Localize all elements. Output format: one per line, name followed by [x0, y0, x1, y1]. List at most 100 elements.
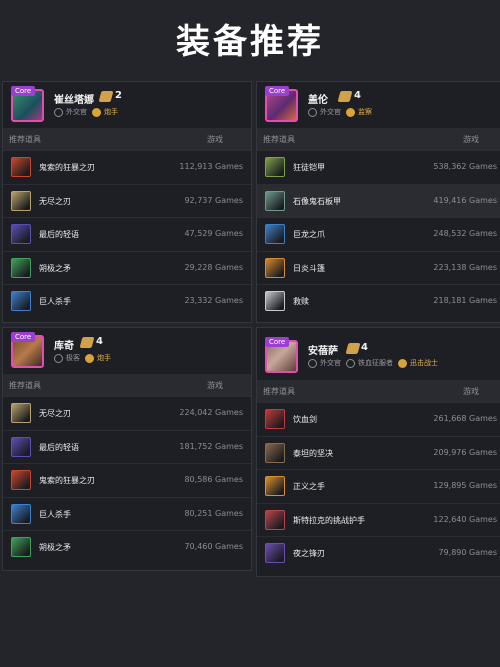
- trait-label: 外交官: [320, 359, 341, 367]
- trait-chip[interactable]: 外交官: [54, 107, 87, 117]
- item-list: 狂徒铠甲 538,362 Games 石像鬼石板甲 419,416 Games 巨龙之爪…: [257, 150, 500, 318]
- item-games-count: 112,913 Games: [179, 162, 243, 171]
- item-row[interactable]: 最后的轻语 181,752 Games: [3, 429, 251, 464]
- item-row[interactable]: 狂徒铠甲 538,362 Games: [257, 150, 500, 184]
- giant-slayer-icon[interactable]: [11, 503, 31, 524]
- item-games-count: 129,895 Games: [433, 481, 497, 490]
- steraks-gage-icon[interactable]: [265, 509, 285, 530]
- trait-diplomat-icon: [54, 107, 63, 117]
- item-games-count: 92,737 Games: [184, 195, 243, 205]
- spear-of-shojin-icon[interactable]: [11, 537, 31, 557]
- item-name: 最后的轻语: [39, 442, 79, 452]
- last-whisper-icon[interactable]: [11, 436, 31, 457]
- trait-chip[interactable]: 铁血征服者: [346, 358, 393, 368]
- item-list: 鬼索的狂暴之刃 112,913 Games 无尽之刃 92,737 Games 最后的轻…: [3, 150, 251, 318]
- core-badge: Core: [11, 332, 36, 342]
- item-name: 石像鬼石板甲: [293, 196, 341, 206]
- item-list: 饮血剑 261,668 Games 泰坦的坚决 209,976 Games 正义之手 12…: [257, 402, 500, 570]
- item-row[interactable]: 最后的轻语 47,529 Games: [3, 217, 251, 251]
- item-row[interactable]: 饮血剑 261,668 Games: [257, 402, 500, 436]
- item-games-count: 70,460 Games: [184, 542, 243, 551]
- item-name: 鬼索的狂暴之刃: [39, 476, 95, 485]
- trait-challenger-icon: [398, 358, 407, 368]
- sunfire-cape-icon[interactable]: [265, 257, 285, 278]
- trait-chip[interactable]: 监察: [346, 107, 372, 117]
- item-row[interactable]: 救赎 218,181 Games: [257, 284, 500, 318]
- item-row[interactable]: 鬼索的狂暴之刃 80,586 Games: [3, 463, 251, 497]
- item-games-count: 80,251 Games: [184, 508, 243, 518]
- trait-label: 外交官: [320, 108, 341, 116]
- cost-icon: [345, 343, 361, 354]
- trait-chip[interactable]: 外交官: [308, 107, 341, 117]
- item-row[interactable]: 鬼索的狂暴之刃 112,913 Games: [3, 150, 251, 184]
- table-header: 推荐道具 游戏: [257, 128, 500, 150]
- infinity-edge-icon[interactable]: [11, 403, 31, 423]
- cost-icon: [79, 337, 95, 348]
- item-row[interactable]: 斯特拉克的挑战护手 122,640 Games: [257, 502, 500, 537]
- trait-label: 炮手: [104, 108, 118, 116]
- item-row[interactable]: 夜之锋刃 79,890 Games: [257, 536, 500, 570]
- item-games-count: 47,529 Games: [184, 229, 243, 238]
- champion-name[interactable]: 安蓓萨: [308, 342, 338, 357]
- table-header: 推荐道具 游戏: [3, 374, 251, 396]
- champion-card[interactable]: Core 安蓓萨 4 外交官 铁血征服者 迅击战士 推荐道具 游戏 饮血剑 261,6…: [256, 327, 500, 577]
- redemption-icon[interactable]: [265, 291, 285, 311]
- item-games-count: 224,042 Games: [179, 408, 243, 417]
- item-games-count: 79,890 Games: [438, 548, 497, 557]
- item-games-count: 223,138 Games: [433, 262, 497, 272]
- edge-of-night-icon[interactable]: [265, 543, 285, 563]
- item-row[interactable]: 无尽之刃 92,737 Games: [3, 183, 251, 218]
- trait-chip[interactable]: 外交官: [308, 358, 341, 368]
- gargoyle-stoneplate-icon[interactable]: [265, 190, 285, 211]
- item-row[interactable]: 巨龙之爪 248,532 Games: [257, 217, 500, 251]
- trait-chip[interactable]: 极客: [54, 353, 80, 363]
- item-games-count: 261,668 Games: [433, 414, 497, 423]
- item-games-count: 419,416 Games: [433, 195, 497, 205]
- item-row[interactable]: 日炎斗篷 223,138 Games: [257, 250, 500, 285]
- trait-chip[interactable]: 迅击战士: [398, 358, 438, 368]
- trait-list: 外交官 炮手: [54, 107, 123, 119]
- cost-icon: [337, 91, 353, 102]
- item-row[interactable]: 朔极之矛 29,228 Games: [3, 250, 251, 285]
- trait-chip[interactable]: 炮手: [85, 353, 111, 363]
- item-name: 救赎: [293, 297, 309, 306]
- champion-card[interactable]: Core 盖伦 4 外交官 监察 推荐道具 游戏 狂徒铠甲 538,362 Game…: [256, 81, 500, 323]
- item-row[interactable]: 巨人杀手 23,332 Games: [3, 284, 251, 318]
- spear-of-shojin-icon[interactable]: [11, 257, 31, 278]
- item-row[interactable]: 无尽之刃 224,042 Games: [3, 396, 251, 430]
- trait-label: 炮手: [97, 354, 111, 362]
- trait-warden-icon: [346, 107, 355, 117]
- warmogs-armor-icon[interactable]: [265, 157, 285, 177]
- champion-card[interactable]: Core 崔丝塔娜 2 外交官 炮手 推荐道具 游戏 鬼索的狂暴之刃 112,913…: [2, 81, 252, 323]
- guinsoos-rageblade-icon[interactable]: [11, 470, 31, 490]
- champion-card[interactable]: Core 库奇 4 极客 炮手 推荐道具 游戏 无尽之刃 224,042 Games…: [2, 327, 252, 571]
- champion-name[interactable]: 盖伦: [308, 91, 328, 106]
- item-row[interactable]: 泰坦的坚决 209,976 Games: [257, 435, 500, 470]
- titans-resolve-icon[interactable]: [265, 442, 285, 463]
- dragons-claw-icon[interactable]: [265, 224, 285, 244]
- bloodthirster-icon[interactable]: [265, 409, 285, 429]
- item-name: 泰坦的坚决: [293, 448, 333, 458]
- games-column-header: 游戏: [207, 381, 223, 390]
- item-row[interactable]: 巨人杀手 80,251 Games: [3, 496, 251, 531]
- item-row[interactable]: 朔极之矛 70,460 Games: [3, 530, 251, 564]
- item-name: 夜之锋刃: [293, 549, 325, 558]
- item-games-count: 23,332 Games: [184, 296, 243, 305]
- item-name: 巨龙之爪: [293, 230, 325, 239]
- item-row[interactable]: 石像鬼石板甲 419,416 Games: [257, 183, 500, 217]
- trait-label: 铁血征服者: [358, 359, 393, 367]
- champion-name[interactable]: 崔丝塔娜: [54, 91, 94, 106]
- item-games-count: 122,640 Games: [433, 514, 497, 524]
- guinsoos-rageblade-icon[interactable]: [11, 157, 31, 177]
- last-whisper-icon[interactable]: [11, 224, 31, 244]
- item-row[interactable]: 正义之手 129,895 Games: [257, 469, 500, 503]
- giant-slayer-icon[interactable]: [11, 291, 31, 311]
- hand-of-justice-icon[interactable]: [265, 476, 285, 496]
- core-badge: Core: [265, 86, 290, 96]
- card-header: Core 库奇 4 极客 炮手: [3, 328, 251, 374]
- trait-chip[interactable]: 炮手: [92, 107, 118, 117]
- item-name: 朔极之矛: [39, 543, 71, 552]
- infinity-edge-icon[interactable]: [11, 190, 31, 211]
- champion-name[interactable]: 库奇: [54, 337, 74, 352]
- page-title: 装备推荐: [176, 22, 324, 62]
